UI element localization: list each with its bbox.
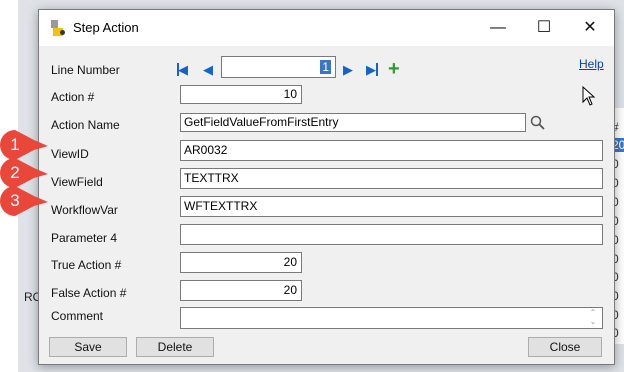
view-field-label: ViewField: [51, 175, 103, 189]
step-action-dialog: Step Action — ☐ ✕ Line Number ◀ ◀ 1 ▶ ▶ …: [38, 9, 615, 365]
callout-badge-2: 2: [0, 158, 48, 188]
callout-badge-3: 3: [0, 186, 48, 216]
last-record-icon[interactable]: ▶: [366, 63, 376, 77]
view-id-input[interactable]: AR0032: [180, 140, 603, 161]
false-action-input[interactable]: 20: [180, 280, 302, 301]
callout-number: 2: [10, 163, 20, 182]
view-id-label: ViewID: [51, 147, 89, 161]
maximize-button[interactable]: ☐: [521, 10, 567, 46]
delete-button[interactable]: Delete: [136, 337, 214, 357]
parameter-4-input[interactable]: [180, 224, 603, 245]
mouse-pointer-icon: [582, 86, 596, 106]
line-number-label: Line Number: [51, 63, 120, 77]
true-action-label: True Action #: [51, 258, 122, 272]
search-icon[interactable]: [530, 115, 546, 131]
add-icon[interactable]: +: [388, 59, 400, 79]
comment-label: Comment: [51, 309, 104, 323]
close-button[interactable]: Close: [528, 337, 602, 357]
callout-badge-1: 1: [0, 130, 48, 160]
help-link[interactable]: Help: [579, 57, 604, 71]
action-name-label: Action Name: [51, 118, 120, 132]
action-name-input[interactable]: GetFieldValueFromFirstEntry: [180, 113, 526, 132]
first-record-icon[interactable]: ◀: [178, 63, 188, 77]
previous-record-icon[interactable]: ◀: [203, 63, 213, 77]
callout-number: 1: [10, 135, 20, 154]
false-action-label: False Action #: [51, 286, 127, 300]
workflow-var-label: WorkflowVar: [51, 203, 118, 217]
app-icon: [51, 20, 65, 36]
comment-textarea[interactable]: [180, 307, 603, 329]
minimize-button[interactable]: —: [475, 10, 521, 46]
save-button[interactable]: Save: [49, 337, 127, 357]
title-bar[interactable]: Step Action — ☐ ✕: [39, 10, 614, 46]
callout-number: 3: [10, 191, 20, 210]
true-action-input[interactable]: 20: [180, 252, 302, 273]
line-number-input[interactable]: 1: [221, 56, 336, 78]
workflow-var-input[interactable]: WFTEXTTRX: [180, 196, 603, 217]
action-number-input[interactable]: 10: [180, 85, 302, 104]
parameter-4-label: Parameter 4: [51, 231, 118, 245]
line-number-value: 1: [320, 60, 331, 74]
next-record-icon[interactable]: ▶: [343, 63, 353, 77]
comment-scroll-arrows[interactable]: ⌃ ⌄: [587, 308, 599, 328]
window-title: Step Action: [73, 20, 139, 35]
close-window-button[interactable]: ✕: [567, 10, 613, 46]
first-record-bar: [177, 63, 179, 76]
action-number-label: Action #: [51, 90, 95, 104]
view-field-input[interactable]: TEXTTRX: [180, 168, 603, 189]
last-record-bar: [376, 63, 378, 76]
